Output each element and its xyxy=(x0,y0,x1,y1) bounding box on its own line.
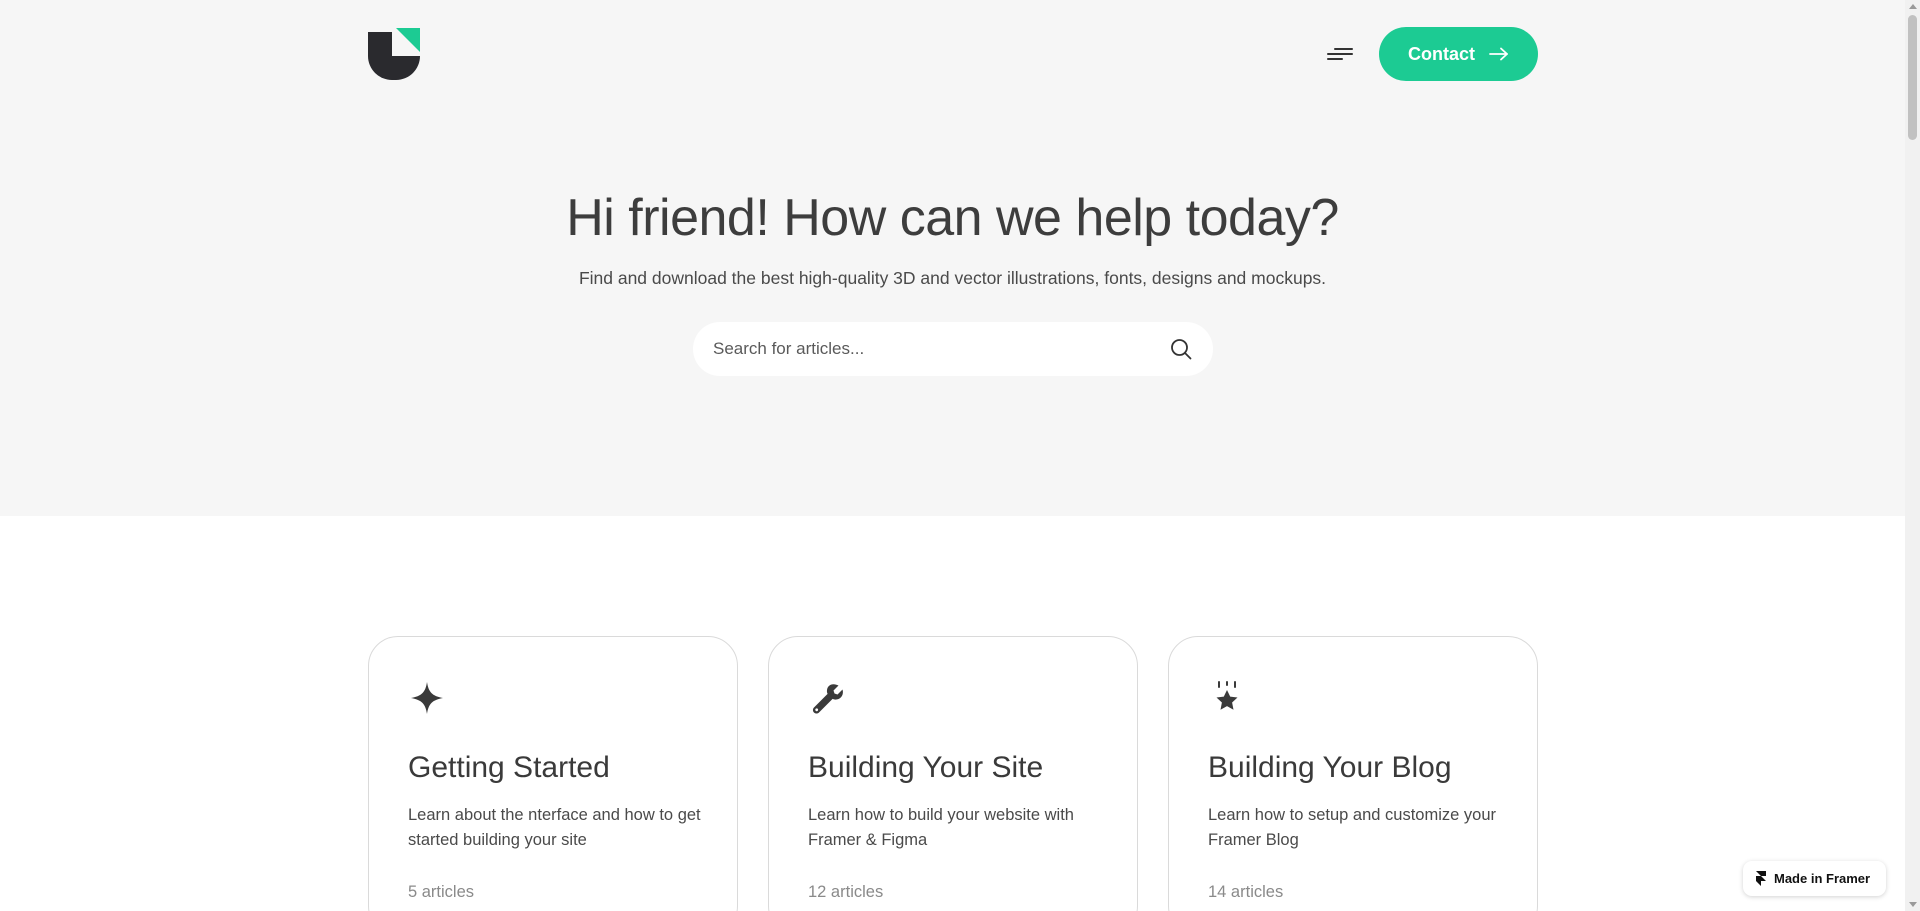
page-subtitle: Find and download the best high-quality … xyxy=(578,268,1327,288)
scrollbar-thumb[interactable] xyxy=(1908,15,1917,140)
card-title: Getting Started xyxy=(408,751,610,784)
sparkle-icon xyxy=(411,682,443,714)
category-card-building-your-site[interactable]: Building Your Site Learn how to build yo… xyxy=(768,636,1138,911)
category-card-building-your-blog[interactable]: Building Your Blog Learn how to setup an… xyxy=(1168,636,1538,911)
framer-icon xyxy=(1756,870,1766,886)
article-count: 12 articles xyxy=(808,883,884,901)
card-title: Building Your Blog xyxy=(1208,751,1452,784)
menu-button[interactable] xyxy=(1325,40,1355,68)
contact-label: Contact xyxy=(1408,43,1475,64)
hero-section: Contact Hi friend! How can we help today… xyxy=(0,0,1905,516)
menu-icon xyxy=(1327,48,1353,60)
logo[interactable] xyxy=(368,28,420,80)
card-title: Building Your Site xyxy=(808,751,1044,784)
category-card-getting-started[interactable]: Getting Started Learn about the nterface… xyxy=(368,636,738,911)
made-in-framer-badge[interactable]: Made in Framer xyxy=(1743,861,1886,896)
arrow-right-icon xyxy=(1489,47,1508,61)
contact-button[interactable]: Contact xyxy=(1379,27,1538,81)
article-count: 14 articles xyxy=(1208,883,1284,901)
card-description: Learn how to setup and customize your Fr… xyxy=(1208,806,1497,849)
search-bar xyxy=(693,322,1213,376)
card-description: Learn how to build your website with Fra… xyxy=(808,806,1074,849)
card-description: Learn about the nterface and how to get … xyxy=(408,806,701,849)
article-count: 5 articles xyxy=(408,883,475,901)
search-icon[interactable] xyxy=(1169,337,1193,361)
wrench-icon xyxy=(812,684,843,714)
star-icon xyxy=(1216,681,1238,710)
scroll-down-icon[interactable] xyxy=(1909,902,1917,907)
page-title: Hi friend! How can we help today? xyxy=(566,189,1339,247)
search-input[interactable] xyxy=(713,339,1169,359)
scroll-up-icon[interactable] xyxy=(1909,4,1917,9)
badge-label: Made in Framer xyxy=(1774,871,1871,886)
vertical-scrollbar[interactable] xyxy=(1905,0,1920,911)
